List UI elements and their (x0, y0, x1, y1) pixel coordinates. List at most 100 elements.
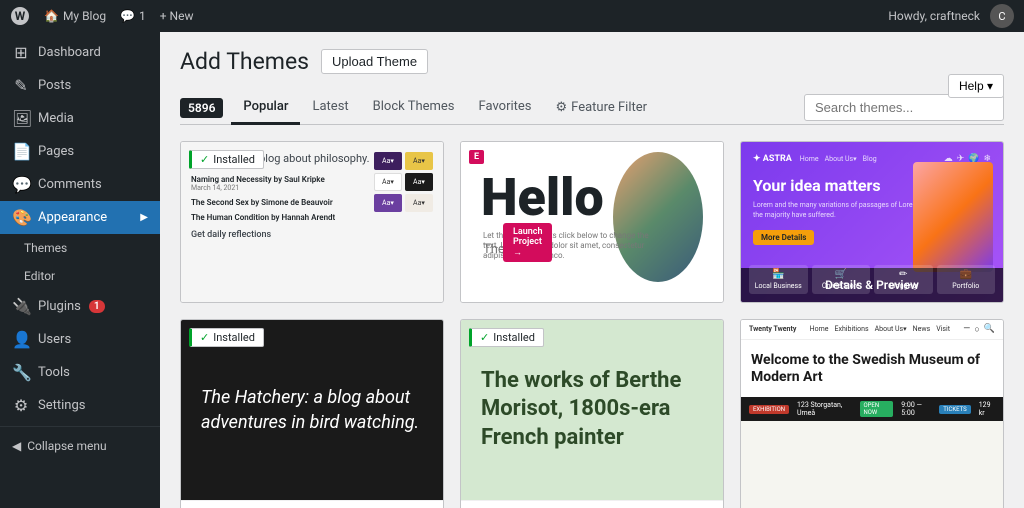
wp-logo[interactable]: W (10, 6, 30, 26)
main-layout: ⊞ Dashboard ✎ Posts 🖼 Media 📄 Pages 💬 Co… (0, 32, 1024, 508)
media-icon: 🖼 (12, 109, 30, 128)
sidebar-item-media[interactable]: 🖼 Media (0, 102, 160, 135)
astra-nav-items: Home About Us▾ Blog (800, 155, 877, 163)
sidebar-label-appearance: Appearance (38, 210, 107, 225)
tab-block-themes[interactable]: Block Themes (361, 91, 467, 125)
check-icon-berthe: ✓ (480, 331, 489, 344)
berthe-text: The works of Berthe Morisot, 1800s-era F… (481, 367, 703, 453)
theme-card-berthe: ✓ Installed The works of Berthe Morisot,… (460, 319, 724, 508)
site-name[interactable]: 🏠 My Blog (44, 9, 106, 23)
feature-filter-label: Feature Filter (571, 100, 647, 115)
search-icon-swedish: — (963, 324, 970, 335)
astra-logo: ✦ ASTRA (753, 154, 792, 164)
swedish-black-bar: EXHIBITION 123 Storgatan, Umeå OPEN NOW … (741, 397, 1003, 421)
sidebar-item-appearance[interactable]: 🎨 Appearance ▶ (0, 201, 160, 234)
installed-label-hatchery: Installed (213, 331, 255, 344)
sidebar-divider (0, 426, 160, 427)
theme-card-hello-elementor: E Hello Theme Let these blank texts clic… (460, 141, 724, 303)
tools-icon: 🔧 (12, 363, 30, 382)
swedish-hours: 9:00 — 5:00 (901, 401, 931, 417)
astra-feature-local: 🏪 Local Business (749, 265, 808, 294)
palette-swatch-4: Aa▾ (405, 173, 433, 191)
astra-features: 🏪 Local Business 🛒 Online Store ✏ Bloggi… (749, 265, 995, 294)
theme-card-twenty-twenty-three: ✓ Installed Mindblown: a blog about phil… (180, 141, 444, 303)
theme-preview-berthe: ✓ Installed The works of Berthe Morisot,… (461, 320, 723, 500)
collapse-label: Collapse menu (27, 439, 106, 453)
check-icon: ✓ (200, 153, 209, 166)
theme-preview-astra: ✦ ASTRA Home About Us▾ Blog ☁ ✈ 🌍 ❄ (741, 142, 1003, 302)
swedish-tag-1: EXHIBITION (749, 405, 789, 414)
check-icon-hatchery: ✓ (200, 331, 209, 344)
blogging-icon: ✏ (878, 269, 929, 280)
page-title: Add Themes (180, 48, 309, 75)
collapse-menu-button[interactable]: ◀ Collapse menu (0, 431, 160, 461)
sidebar-item-settings[interactable]: ⚙ Settings (0, 389, 160, 422)
sidebar-item-pages[interactable]: 📄 Pages (0, 135, 160, 168)
sidebar-label-posts: Posts (38, 78, 71, 93)
tab-favorites[interactable]: Favorites (467, 91, 544, 125)
swedish-hero-title: Welcome to the Swedish Museum of Modern … (751, 352, 993, 386)
swedish-nav-icons: — ○ 🔍 (963, 324, 995, 335)
tab-latest[interactable]: Latest (300, 91, 360, 125)
sidebar-item-dashboard[interactable]: ⊞ Dashboard (0, 36, 160, 69)
theme-count: 5896 (180, 98, 223, 118)
installed-badge-berthe: ✓ Installed (469, 328, 544, 347)
new-item[interactable]: + New (160, 9, 194, 23)
tab-popular[interactable]: Popular (231, 91, 300, 125)
hatchery-text: The Hatchery: a blog about adventures in… (201, 385, 423, 435)
swedish-hero: Welcome to the Swedish Museum of Modern … (741, 340, 1003, 398)
admin-bar: W 🏠 My Blog 💬 1 + New Howdy, craftneck C (0, 0, 1024, 32)
swedish-logo: Twenty Twenty (749, 325, 796, 333)
swedish-top-nav: Twenty Twenty Home Exhibitions About Us▾… (741, 320, 1003, 340)
sidebar-label-tools: Tools (38, 365, 70, 380)
users-icon: 👤 (12, 330, 30, 349)
settings-icon: ⚙ (12, 396, 30, 415)
hello-image (613, 152, 703, 282)
help-button[interactable]: Help ▾ (948, 74, 1004, 98)
upload-theme-button[interactable]: Upload Theme (321, 49, 428, 74)
feature-filter-button[interactable]: ⚙ Feature Filter (544, 92, 660, 123)
sidebar-item-tools[interactable]: 🔧 Tools (0, 356, 160, 389)
hello-launch-btn: Launch Project → (503, 223, 552, 262)
sidebar-item-themes[interactable]: Themes (0, 234, 160, 262)
sidebar-label-editor: Editor (24, 269, 55, 283)
gear-icon: ⚙ (556, 100, 568, 115)
theme-card-twenty-twenty: Twenty Twenty Home Exhibitions About Us▾… (740, 319, 1004, 508)
sidebar-item-posts[interactable]: ✎ Posts (0, 69, 160, 102)
comment-icon: 💬 (120, 9, 135, 23)
avatar: C (990, 4, 1014, 28)
close-icon-swedish: 🔍 (984, 324, 995, 335)
chevron-right-icon: ▶ (140, 212, 148, 223)
local-business-icon: 🏪 (753, 269, 804, 280)
elementor-logo: E (469, 150, 484, 164)
posts-icon: ✎ (12, 76, 30, 95)
theme-card-hatchery: ✓ Installed The Hatchery: a blog about a… (180, 319, 444, 508)
astra-cta-button: More Details (753, 230, 814, 245)
sidebar: ⊞ Dashboard ✎ Posts 🖼 Media 📄 Pages 💬 Co… (0, 32, 160, 508)
dashboard-icon: ⊞ (12, 43, 30, 62)
collapse-icon: ◀ (12, 439, 21, 453)
theme-footer-astra: Astra Install Preview (741, 302, 1003, 303)
sidebar-item-comments[interactable]: 💬 Comments (0, 168, 160, 201)
page-header: Add Themes Upload Theme (180, 48, 1004, 75)
theme-preview-t23: ✓ Installed Mindblown: a blog about phil… (181, 142, 443, 302)
theme-card-astra: ✦ ASTRA Home About Us▾ Blog ☁ ✈ 🌍 ❄ (740, 141, 1004, 303)
admin-bar-right: Howdy, craftneck C (888, 4, 1014, 28)
palette-swatch-2: Aa▾ (405, 152, 433, 170)
sidebar-item-editor[interactable]: Editor (0, 262, 160, 290)
sidebar-item-users[interactable]: 👤 Users (0, 323, 160, 356)
sidebar-label-media: Media (38, 111, 74, 126)
wordpress-icon: W (10, 6, 30, 26)
palette-swatch-3: Aa▾ (374, 173, 402, 191)
sidebar-item-plugins[interactable]: 🔌 Plugins 1 (0, 290, 160, 323)
sidebar-label-settings: Settings (38, 398, 85, 413)
plugins-icon: 🔌 (12, 297, 30, 316)
sidebar-label-plugins: Plugins (38, 299, 81, 314)
search-themes-input[interactable] (804, 94, 1004, 121)
swedish-tag-3: TICKETS (939, 405, 970, 414)
hatchery-inner: The Hatchery: a blog about adventures in… (181, 320, 443, 500)
astra-feature-store: 🛒 Online Store (812, 265, 871, 294)
t23-reflection-text: Get daily reflections (191, 230, 433, 240)
comment-count[interactable]: 💬 1 (120, 9, 146, 23)
astra-feature-portfolio: 💼 Portfolio (937, 265, 996, 294)
